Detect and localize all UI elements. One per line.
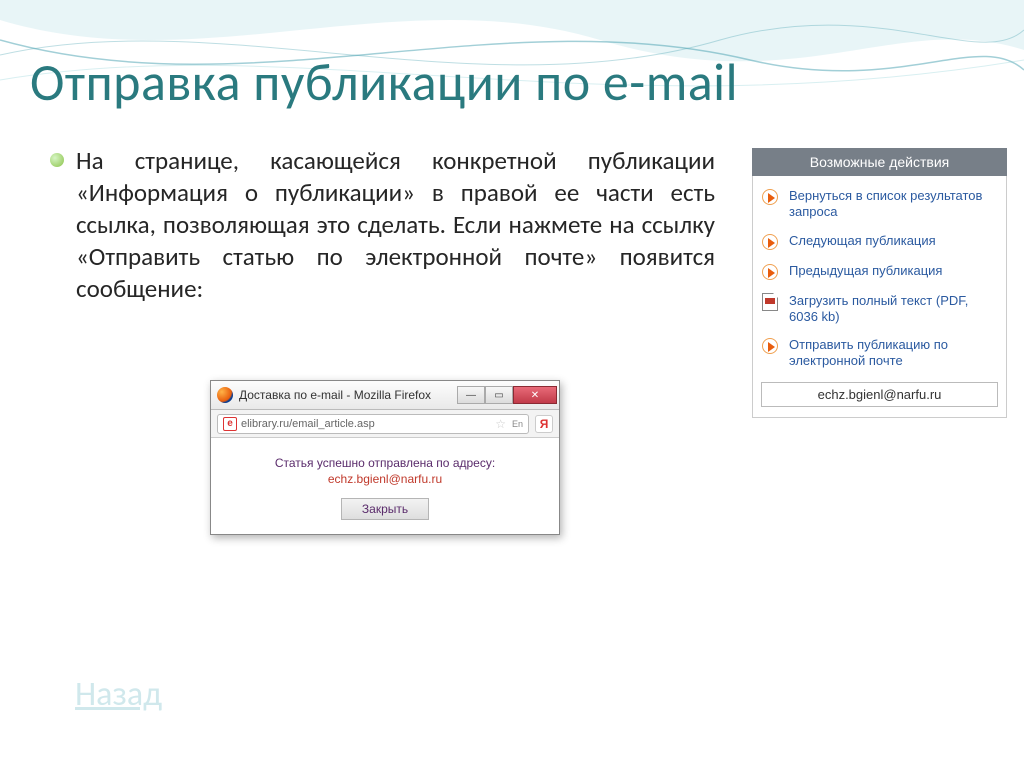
arrow-icon	[762, 189, 778, 205]
sent-message: Статья успешно отправлена по адресу:	[221, 456, 549, 470]
yandex-icon[interactable]: Я	[535, 415, 553, 433]
arrow-icon	[762, 338, 778, 354]
paragraph-text: На странице, касающейся конкретной публи…	[76, 145, 715, 305]
actions-sidebar: Возможные действия Вернуться в список ре…	[752, 148, 1007, 418]
bullet-icon	[50, 153, 64, 167]
minimize-button[interactable]: —	[457, 386, 485, 404]
sidebar-item-prev-publication[interactable]: Предыдущая публикация	[761, 263, 998, 281]
sidebar-item-label: Предыдущая публикация	[789, 263, 942, 279]
sidebar-item-next-publication[interactable]: Следующая публикация	[761, 233, 998, 251]
firefox-popup-window: Доставка по e-mail - Mozilla Firefox — ▭…	[210, 380, 560, 535]
close-button[interactable]: Закрыть	[341, 498, 429, 520]
bookmark-star-icon[interactable]: ☆	[495, 417, 506, 431]
lang-badge: En	[512, 419, 523, 429]
site-icon: e	[223, 417, 237, 431]
pdf-icon	[762, 293, 778, 311]
url-input[interactable]: e elibrary.ru/email_article.asp ☆ En	[217, 414, 529, 434]
window-title: Доставка по e-mail - Mozilla Firefox	[239, 388, 457, 402]
window-titlebar: Доставка по e-mail - Mozilla Firefox — ▭…	[211, 381, 559, 410]
sidebar-item-label: Вернуться в список результатов запроса	[789, 188, 998, 221]
content-area: На странице, касающейся конкретной публи…	[50, 145, 715, 305]
address-bar-row: e elibrary.ru/email_article.asp ☆ En Я	[211, 410, 559, 438]
sidebar-item-label: Загрузить полный текст (PDF, 6036 kb)	[789, 293, 998, 326]
firefox-icon	[217, 387, 233, 403]
url-text: elibrary.ru/email_article.asp	[241, 418, 375, 430]
back-link[interactable]: Назад	[75, 674, 162, 715]
arrow-icon	[762, 234, 778, 250]
sidebar-item-download-pdf[interactable]: Загрузить полный текст (PDF, 6036 kb)	[761, 293, 998, 326]
window-close-button[interactable]: ✕	[513, 386, 557, 404]
sidebar-header: Возможные действия	[752, 148, 1007, 176]
sidebar-item-label: Отправить публикацию по электронной почт…	[789, 337, 998, 370]
sidebar-item-label: Следующая публикация	[789, 233, 936, 249]
arrow-icon	[762, 264, 778, 280]
sidebar-item-send-email[interactable]: Отправить публикацию по электронной почт…	[761, 337, 998, 370]
popup-body: Статья успешно отправлена по адресу: ech…	[211, 438, 559, 534]
email-input-box[interactable]: echz.bgienl@narfu.ru	[761, 382, 998, 407]
slide-title: Отправка публикации по e-mail	[30, 50, 738, 114]
sent-email-address: echz.bgienl@narfu.ru	[221, 472, 549, 486]
sidebar-item-back-to-results[interactable]: Вернуться в список результатов запроса	[761, 188, 998, 221]
maximize-button[interactable]: ▭	[485, 386, 513, 404]
